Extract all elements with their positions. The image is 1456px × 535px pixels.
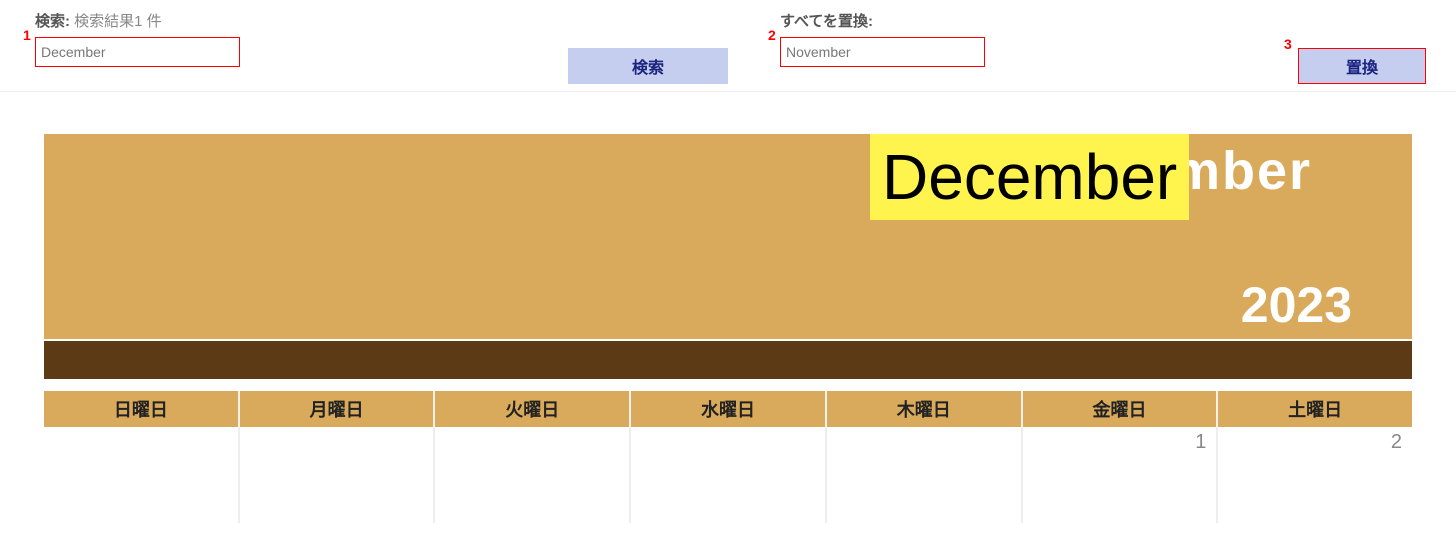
callout-2: 2 bbox=[768, 27, 776, 43]
day-header-sun: 日曜日 bbox=[44, 391, 240, 427]
calendar-cell[interactable] bbox=[827, 427, 1023, 523]
search-input[interactable] bbox=[35, 37, 240, 67]
day-header-mon: 月曜日 bbox=[240, 391, 436, 427]
find-replace-toolbar: 検索: 検索結果1 件 1 検索 すべてを置換: 2 3 置換 bbox=[0, 0, 1456, 92]
calendar-year: 2023 bbox=[1241, 276, 1352, 334]
search-button[interactable]: 検索 bbox=[568, 48, 728, 84]
search-highlight: December bbox=[870, 134, 1189, 220]
search-label: 検索: bbox=[35, 13, 70, 30]
calendar-days-row: 日曜日 月曜日 火曜日 水曜日 木曜日 金曜日 土曜日 bbox=[44, 391, 1412, 427]
calendar-area: December December 2023 日曜日 月曜日 火曜日 水曜日 木… bbox=[0, 134, 1456, 523]
replace-button[interactable]: 置換 bbox=[1298, 48, 1426, 84]
search-result-count: 検索結果1 件 bbox=[74, 13, 162, 30]
cell-number: 2 bbox=[1391, 431, 1402, 454]
callout-1: 1 bbox=[23, 27, 31, 43]
calendar-cell[interactable]: 2 bbox=[1218, 427, 1412, 523]
search-label-row: 検索: 検索結果1 件 bbox=[35, 10, 240, 31]
day-header-fri: 金曜日 bbox=[1023, 391, 1219, 427]
callout-3: 3 bbox=[1284, 36, 1292, 52]
calendar-cell[interactable] bbox=[44, 427, 240, 523]
calendar-header: December 2023 bbox=[44, 134, 1412, 339]
calendar-cell[interactable] bbox=[631, 427, 827, 523]
cell-number: 1 bbox=[1195, 431, 1206, 454]
day-header-sat: 土曜日 bbox=[1218, 391, 1412, 427]
calendar-divider bbox=[44, 341, 1412, 379]
calendar-row-1: 1 2 bbox=[44, 427, 1412, 523]
replace-input[interactable] bbox=[780, 37, 985, 67]
replace-label: すべてを置換: bbox=[780, 10, 985, 31]
calendar-cell[interactable] bbox=[240, 427, 436, 523]
day-header-thu: 木曜日 bbox=[827, 391, 1023, 427]
calendar-cell[interactable]: 1 bbox=[1023, 427, 1219, 523]
day-header-tue: 火曜日 bbox=[435, 391, 631, 427]
replace-group: すべてを置換: 2 bbox=[780, 10, 985, 67]
calendar-cell[interactable] bbox=[435, 427, 631, 523]
search-group: 検索: 検索結果1 件 1 bbox=[35, 10, 240, 67]
day-header-wed: 水曜日 bbox=[631, 391, 827, 427]
